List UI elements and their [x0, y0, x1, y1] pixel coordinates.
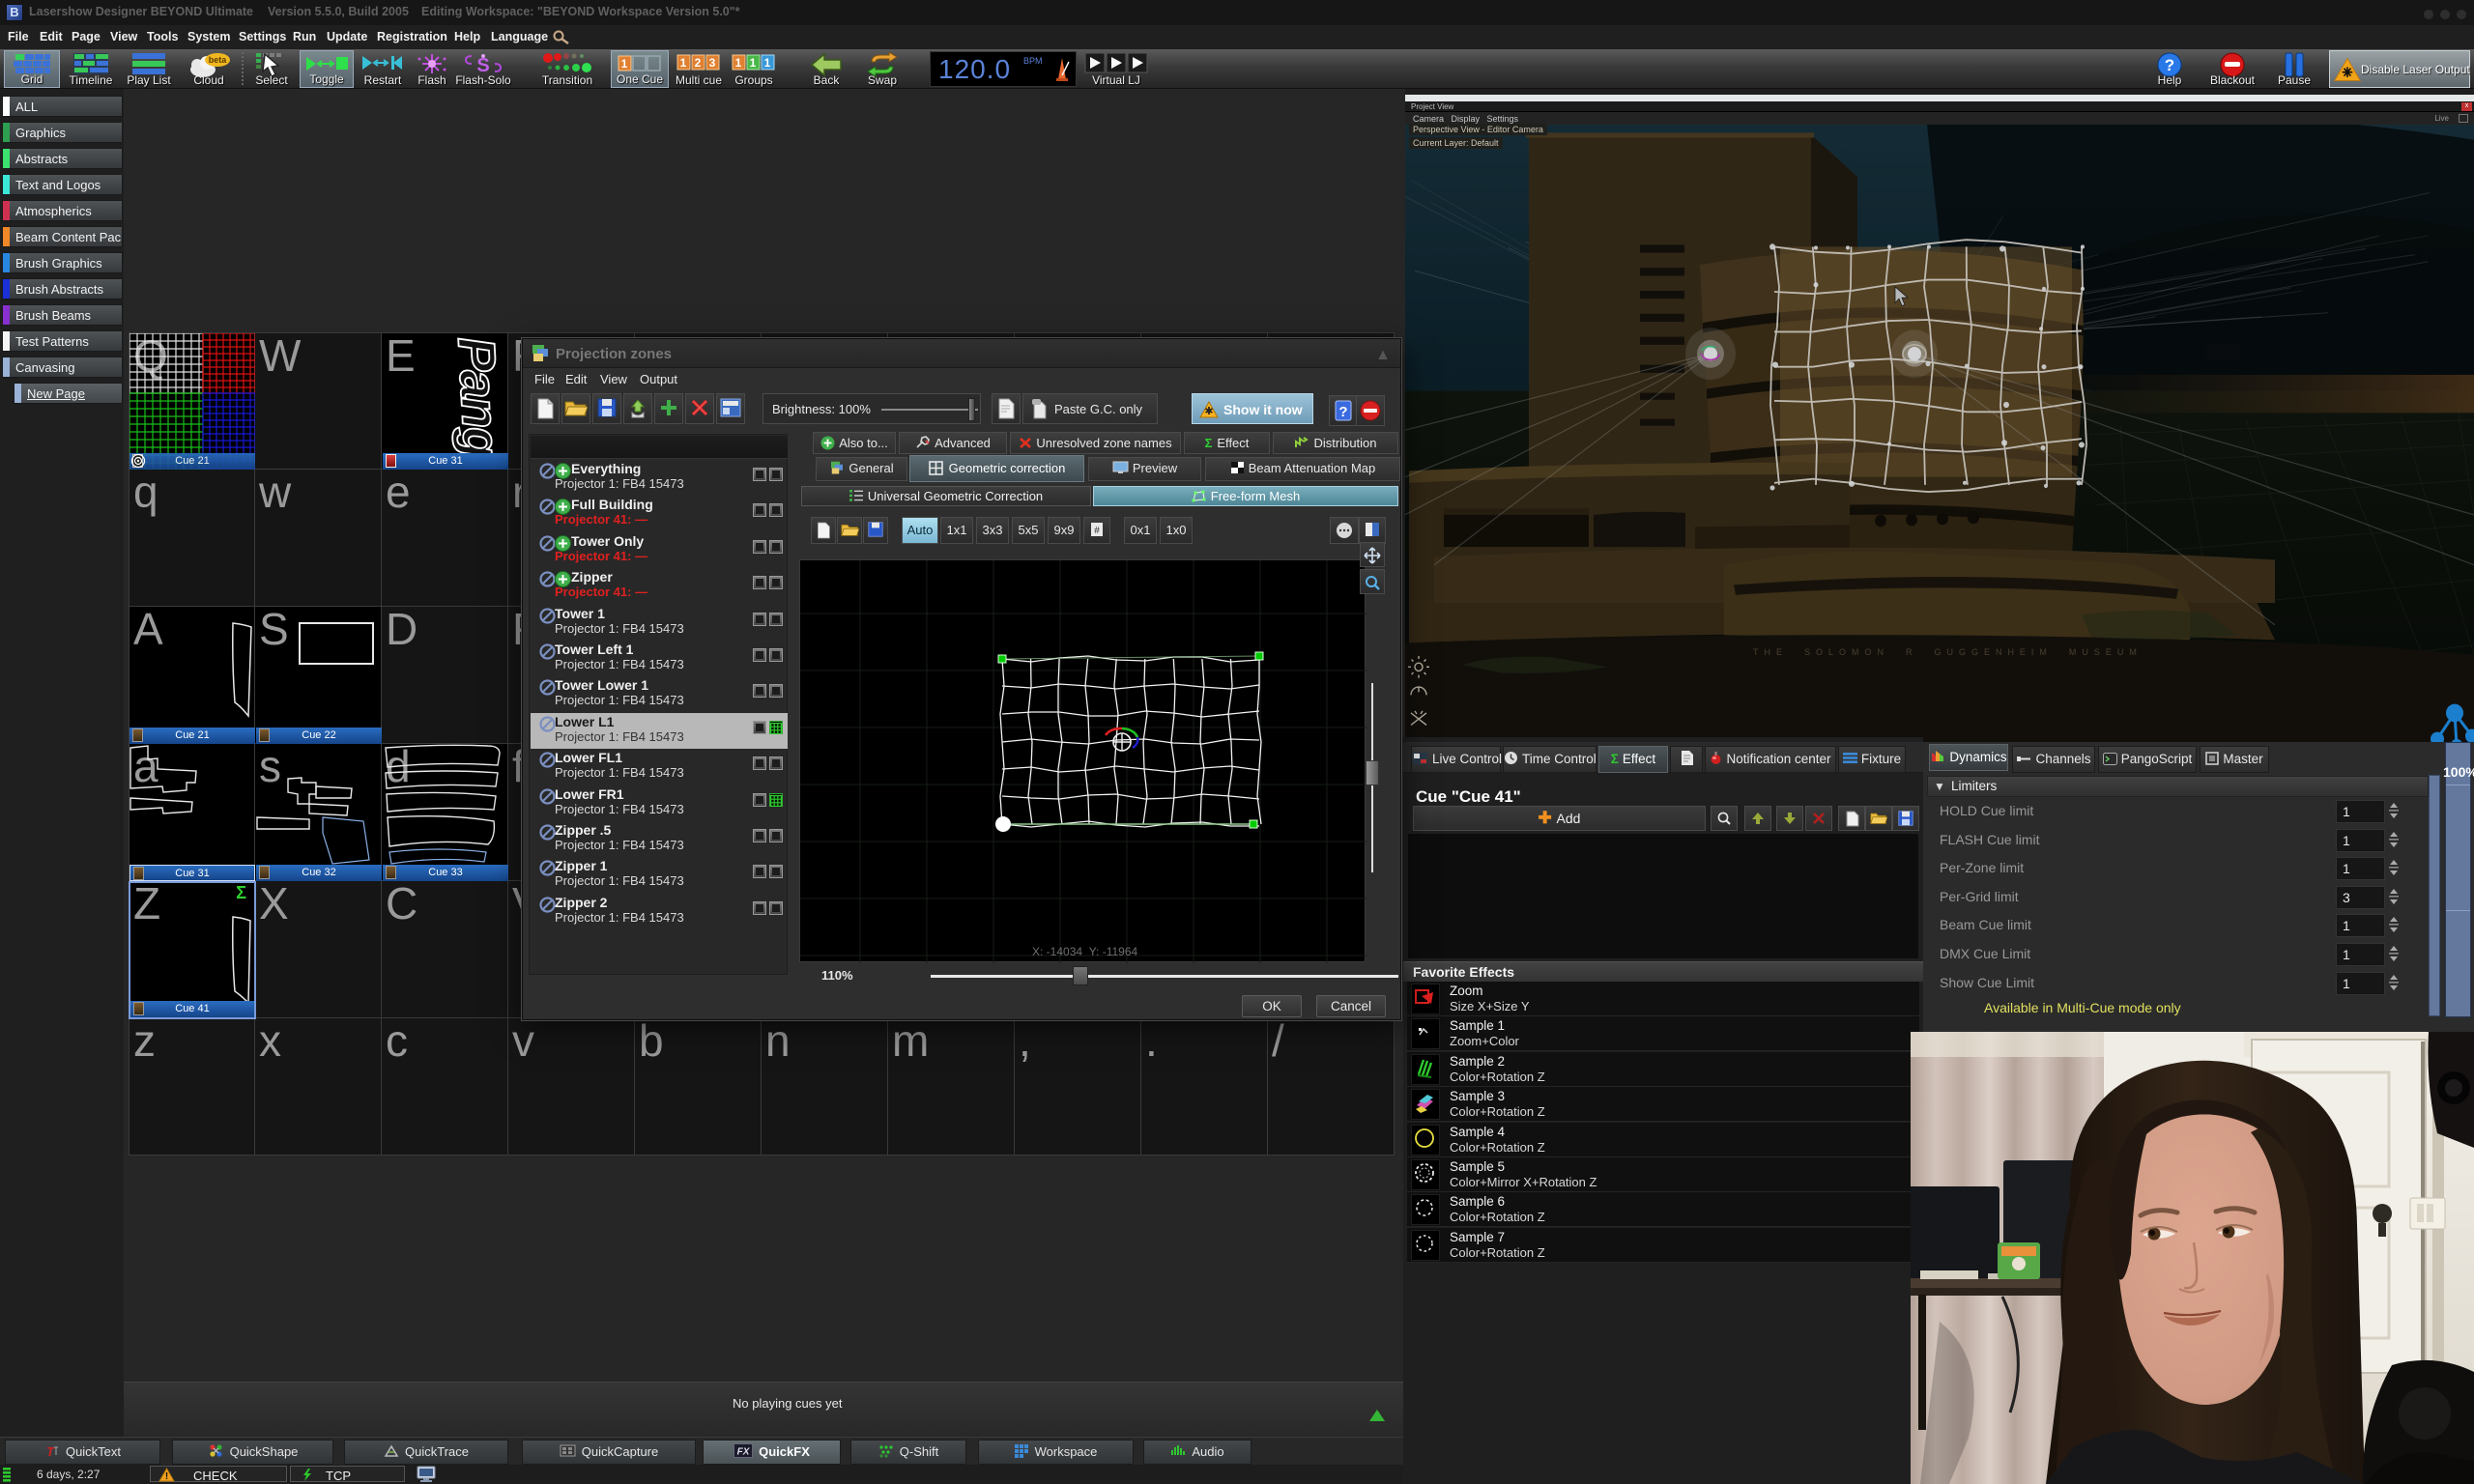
svg-text:3: 3: [709, 56, 716, 70]
svg-text:?: ?: [2165, 56, 2174, 74]
svg-text:1: 1: [764, 56, 771, 70]
svg-text:1: 1: [680, 56, 687, 70]
svg-text:✱: ✱: [1204, 406, 1213, 417]
svg-text:?: ?: [1338, 404, 1347, 420]
svg-text:1: 1: [750, 56, 757, 70]
svg-text:2: 2: [695, 56, 702, 70]
svg-text:1: 1: [735, 56, 742, 70]
svg-text:!: !: [165, 1471, 168, 1482]
svg-text:#: #: [1094, 526, 1100, 536]
svg-text:Σ: Σ: [236, 883, 246, 902]
svg-text:T: T: [46, 1444, 55, 1458]
svg-text:FX: FX: [737, 1447, 751, 1458]
svg-text:1: 1: [621, 57, 628, 71]
svg-text:beta: beta: [209, 55, 228, 65]
